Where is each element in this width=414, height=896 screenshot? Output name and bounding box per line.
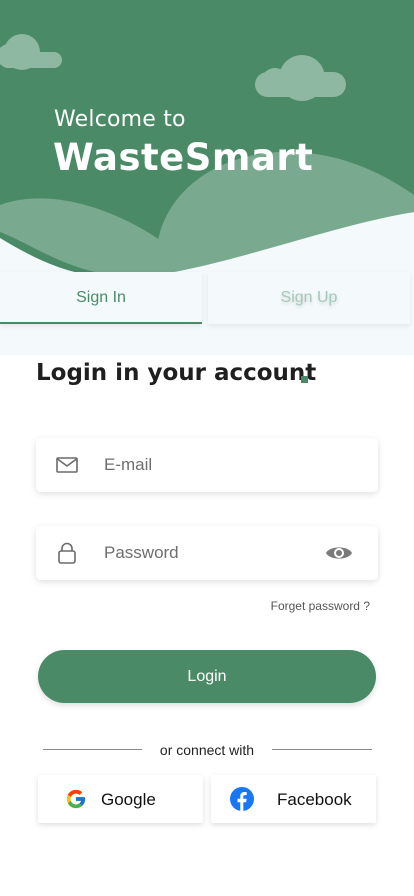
password-input[interactable] — [104, 526, 324, 580]
login-button[interactable]: Login — [38, 650, 376, 703]
tab-sign-up[interactable]: Sign Up — [208, 272, 410, 324]
eye-icon[interactable] — [325, 542, 353, 564]
tab-sign-up-label: Sign Up — [280, 289, 338, 306]
title-accent-dot — [301, 376, 308, 383]
google-icon — [66, 789, 86, 809]
divider-label: or connect with — [0, 742, 414, 758]
tab-sign-in-label: Sign In — [76, 289, 126, 306]
facebook-icon — [230, 787, 254, 811]
mail-icon — [56, 457, 78, 473]
app-name: WasteSmart — [53, 136, 314, 179]
google-label: Google — [101, 790, 156, 809]
divider-text: or connect with — [149, 742, 265, 758]
forget-password-link[interactable]: Forget password ? — [271, 599, 370, 613]
lock-icon — [58, 542, 76, 564]
welcome-text: Welcome to — [54, 107, 186, 132]
header: Welcome to WasteSmart Sign In Sign Up — [0, 0, 414, 355]
facebook-button[interactable]: Facebook — [211, 775, 376, 823]
active-tab-indicator — [0, 322, 202, 324]
email-field[interactable] — [36, 438, 378, 492]
facebook-label: Facebook — [277, 790, 352, 809]
tab-sign-in[interactable]: Sign In — [0, 272, 202, 324]
page-title: Login in your account — [36, 360, 317, 386]
google-button[interactable]: Google — [38, 775, 203, 823]
email-input[interactable] — [104, 438, 324, 492]
password-field[interactable] — [36, 526, 378, 580]
